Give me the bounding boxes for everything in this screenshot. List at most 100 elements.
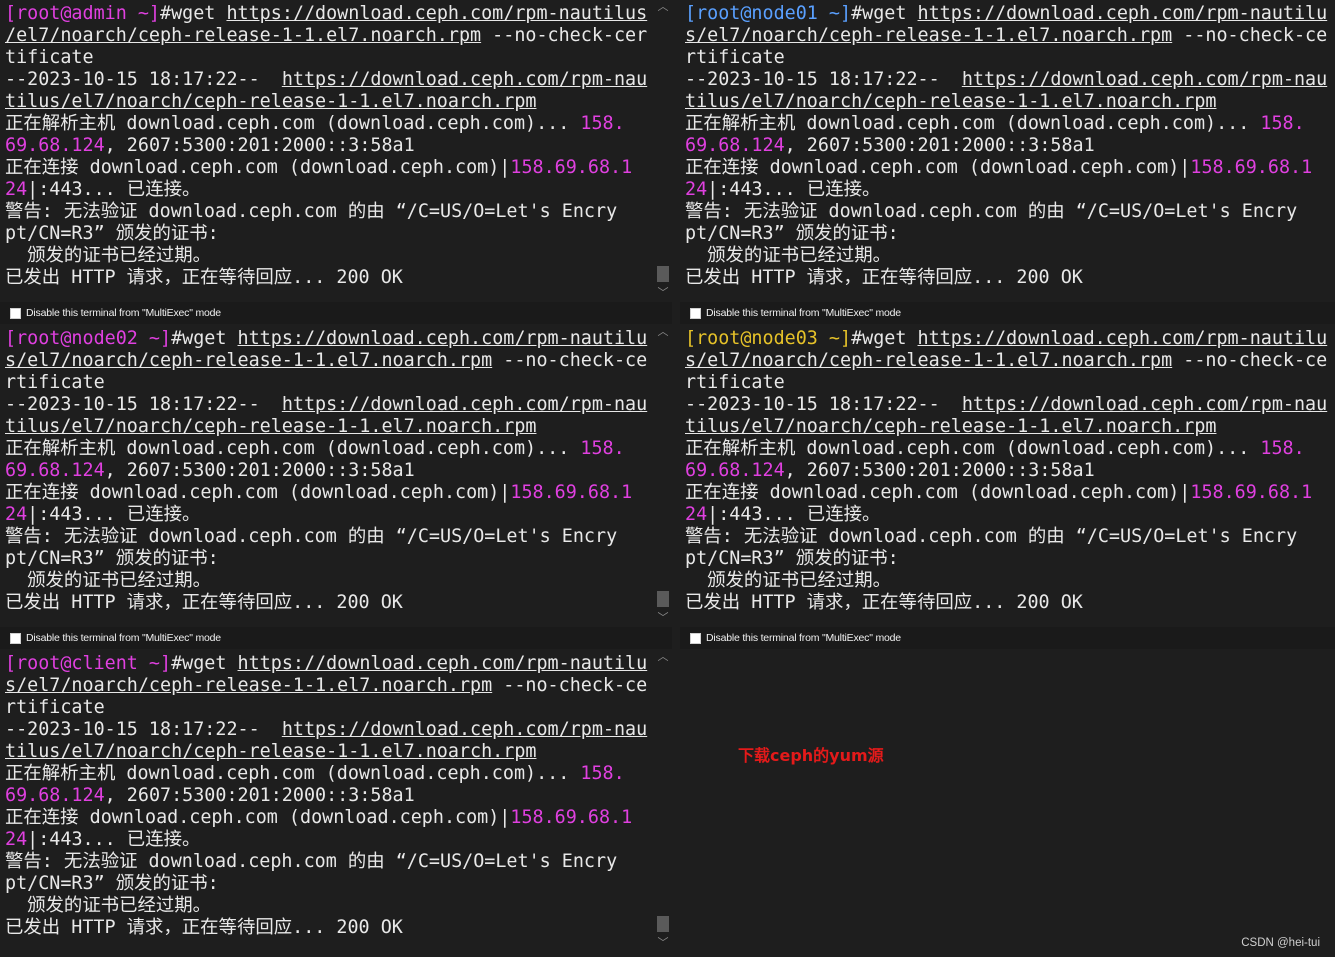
chevron-down-icon[interactable]: ﹀	[655, 936, 671, 950]
terminal-line: 24|:443... 已连接。	[685, 504, 880, 525]
terminal-line: pt/CN=R3” 颁发的证书:	[685, 548, 899, 569]
terminal-line: [root@node02 ~]#wget https://download.ce…	[5, 328, 647, 349]
url-text: /el7/noarch/ceph-release-1-1.el7.noarch.…	[5, 25, 482, 46]
url-text: tilus/el7/noarch/ceph-release-1-1.el7.no…	[685, 91, 1217, 112]
terminal-line: 正在连接 download.ceph.com (download.ceph.co…	[5, 482, 632, 503]
output-text: pt/CN=R3” 颁发的证书:	[685, 223, 899, 244]
terminal-line: 24|:443... 已连接。	[685, 179, 880, 200]
output-text: pt/CN=R3” 颁发的证书:	[5, 873, 219, 894]
terminal-output-node02[interactable]: [root@node02 ~]#wget https://download.ce…	[0, 325, 652, 625]
terminal-line: tilus/el7/noarch/ceph-release-1-1.el7.no…	[5, 91, 536, 112]
terminal-pane-node01: [root@node01 ~]#wget https://download.ce…	[680, 0, 1335, 325]
output-text: 警告: 无法验证 download.ceph.com 的由 “/C=US/O=L…	[685, 201, 1298, 222]
output-text: [root@node01 ~]	[685, 3, 852, 24]
chevron-down-icon[interactable]: ﹀	[655, 611, 671, 625]
output-text: [root@node02 ~]	[5, 328, 172, 349]
chevron-up-icon[interactable]: ︿	[655, 0, 671, 14]
output-text: rtificate	[5, 372, 105, 393]
output-text: |:443... 已连接。	[27, 504, 201, 525]
output-text: --2023-10-15 18:17:22--	[685, 394, 962, 415]
url-text: https://download.ceph.com/rpm-nautilu	[917, 3, 1328, 24]
terminal-line: tilus/el7/noarch/ceph-release-1-1.el7.no…	[685, 91, 1216, 112]
multiexec-label: Disable this terminal from "MultiExec" m…	[706, 632, 901, 644]
terminal-line: --2023-10-15 18:17:22-- https://download…	[5, 719, 647, 740]
output-text: 69.68.124	[5, 785, 105, 806]
terminal-scrollbar[interactable]: ︿ ﹀	[655, 0, 671, 300]
output-text: , 2607:5300:201:2000::3:58a1	[784, 460, 1095, 481]
output-text: --no-check-cer	[481, 25, 648, 46]
output-text: |:443... 已连接。	[707, 504, 881, 525]
terminal-line: s/el7/noarch/ceph-release-1-1.el7.noarch…	[685, 350, 1327, 371]
output-text: 24	[685, 504, 708, 525]
output-text: --2023-10-15 18:17:22--	[5, 69, 282, 90]
url-text: tilus/el7/noarch/ceph-release-1-1.el7.no…	[5, 741, 537, 762]
multiexec-checkbox[interactable]	[10, 632, 21, 644]
scrollbar-thumb[interactable]	[657, 266, 669, 282]
url-text: https://download.ceph.com/rpm-nautilu	[917, 328, 1328, 349]
multiexec-checkbox[interactable]	[10, 307, 21, 319]
output-text: pt/CN=R3” 颁发的证书:	[685, 548, 899, 569]
scrollbar-thumb[interactable]	[657, 591, 669, 607]
output-text: 正在连接 download.ceph.com (download.ceph.co…	[685, 482, 1191, 503]
output-text: 24	[5, 179, 28, 200]
terminal-output-node01[interactable]: [root@node01 ~]#wget https://download.ce…	[680, 0, 1332, 300]
output-text: --2023-10-15 18:17:22--	[685, 69, 962, 90]
multiexec-checkbox[interactable]	[690, 632, 701, 644]
terminal-line: 69.68.124, 2607:5300:201:2000::3:58a1	[685, 135, 1095, 156]
terminal-line: 警告: 无法验证 download.ceph.com 的由 “/C=US/O=L…	[5, 201, 617, 222]
terminal-scrollbar[interactable]: ︿ ﹀	[655, 650, 671, 950]
output-text: --no-check-ce	[1172, 350, 1328, 371]
output-text: 正在连接 download.ceph.com (download.ceph.co…	[5, 157, 511, 178]
terminal-line: --2023-10-15 18:17:22-- https://download…	[685, 394, 1327, 415]
terminal-output-admin[interactable]: [root@admin ~]#wget https://download.cep…	[0, 0, 652, 300]
output-text: 已发出 HTTP 请求，正在等待回应... 200 OK	[685, 267, 1083, 288]
output-text: 已发出 HTTP 请求，正在等待回应... 200 OK	[5, 267, 403, 288]
output-text: pt/CN=R3” 颁发的证书:	[5, 548, 219, 569]
terminal-line: [root@admin ~]#wget https://download.cep…	[5, 3, 647, 24]
terminal-line: 颁发的证书已经过期。	[685, 245, 891, 266]
output-text: #wget	[171, 328, 238, 349]
terminal-line: 正在连接 download.ceph.com (download.ceph.co…	[685, 482, 1312, 503]
terminal-line: 正在解析主机 download.ceph.com (download.ceph.…	[685, 438, 1305, 459]
multiexec-checkbox[interactable]	[690, 307, 701, 319]
terminal-text: [root@node01 ~]#wget https://download.ce…	[680, 0, 1332, 289]
terminal-line: 24|:443... 已连接。	[5, 504, 200, 525]
terminal-line: s/el7/noarch/ceph-release-1-1.el7.noarch…	[5, 675, 647, 696]
output-text: [root@client ~]	[5, 653, 172, 674]
terminal-line: [root@client ~]#wget https://download.ce…	[5, 653, 647, 674]
output-text: 已发出 HTTP 请求，正在等待回应... 200 OK	[685, 592, 1083, 613]
output-text: --no-check-ce	[1172, 25, 1328, 46]
terminal-line: pt/CN=R3” 颁发的证书:	[5, 548, 219, 569]
output-text: 正在解析主机 download.ceph.com (download.ceph.…	[5, 763, 581, 784]
output-text: 158.	[580, 763, 625, 784]
scrollbar-thumb[interactable]	[657, 916, 669, 932]
output-text: |:443... 已连接。	[27, 829, 201, 850]
chevron-up-icon[interactable]: ︿	[655, 650, 671, 664]
output-text: #wget	[171, 653, 238, 674]
terminal-line: pt/CN=R3” 颁发的证书:	[5, 223, 219, 244]
terminal-line: 颁发的证书已经过期。	[5, 245, 211, 266]
terminal-text: [root@node02 ~]#wget https://download.ce…	[0, 325, 652, 614]
terminal-scrollbar[interactable]: ︿ ﹀	[655, 325, 671, 625]
chevron-down-icon[interactable]: ﹀	[655, 286, 671, 300]
terminal-line: 颁发的证书已经过期。	[685, 570, 891, 591]
output-text: , 2607:5300:201:2000::3:58a1	[104, 460, 415, 481]
terminal-output-client[interactable]: [root@client ~]#wget https://download.ce…	[0, 650, 652, 950]
terminal-line: /el7/noarch/ceph-release-1-1.el7.noarch.…	[5, 25, 647, 46]
terminal-line: 警告: 无法验证 download.ceph.com 的由 “/C=US/O=L…	[5, 526, 617, 547]
terminal-line: s/el7/noarch/ceph-release-1-1.el7.noarch…	[685, 25, 1327, 46]
terminal-text: [root@client ~]#wget https://download.ce…	[0, 650, 652, 939]
terminal-line: 69.68.124, 2607:5300:201:2000::3:58a1	[5, 785, 415, 806]
output-text: 颁发的证书已经过期。	[5, 895, 212, 916]
terminal-output-node03[interactable]: [root@node03 ~]#wget https://download.ce…	[680, 325, 1332, 625]
output-text: 颁发的证书已经过期。	[5, 570, 212, 591]
output-text: 警告: 无法验证 download.ceph.com 的由 “/C=US/O=L…	[5, 201, 618, 222]
chevron-up-icon[interactable]: ︿	[655, 325, 671, 339]
output-text: #wget	[851, 3, 918, 24]
output-text: 158.69.68.1	[510, 482, 633, 503]
output-text: , 2607:5300:201:2000::3:58a1	[784, 135, 1095, 156]
output-text: 24	[5, 829, 28, 850]
terminal-line: --2023-10-15 18:17:22-- https://download…	[5, 394, 647, 415]
terminal-line: --2023-10-15 18:17:22-- https://download…	[685, 69, 1327, 90]
output-text: |:443... 已连接。	[27, 179, 201, 200]
